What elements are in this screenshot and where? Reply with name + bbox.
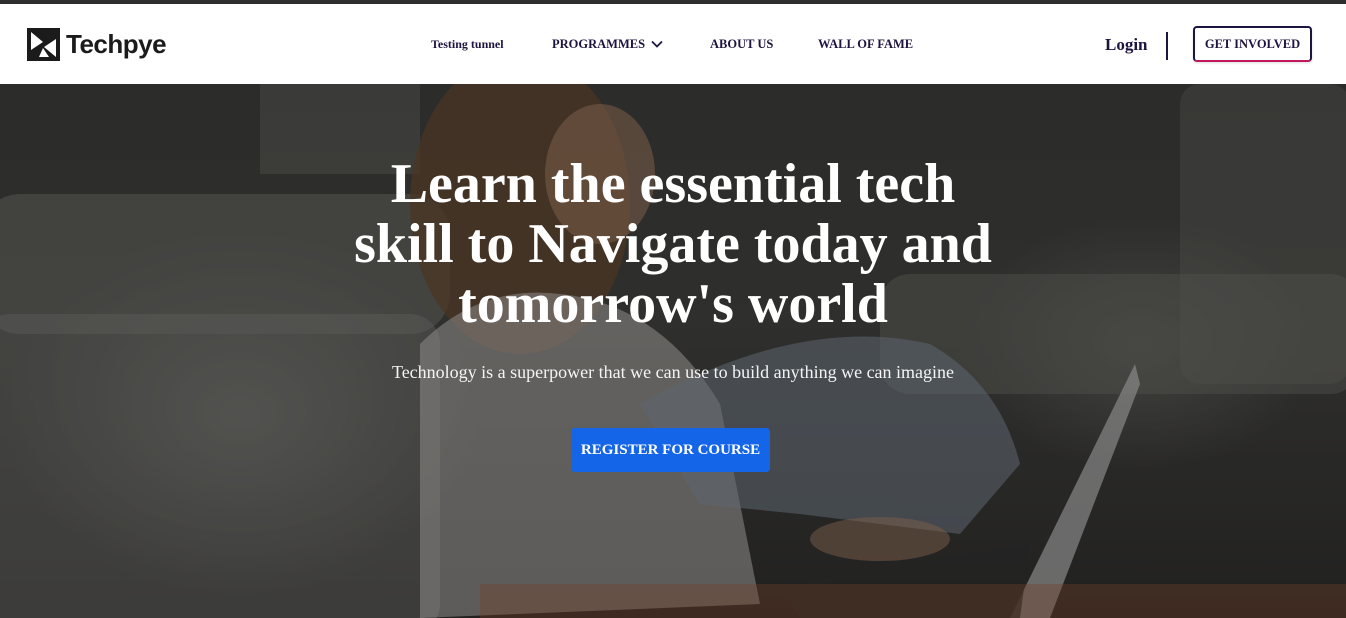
hero-subtitle: Technology is a superpower that we can u…: [391, 362, 955, 382]
hero-title: Learn the essential tech skill to Naviga…: [323, 154, 1023, 334]
hero-title-line: tomorrow's world: [458, 273, 888, 335]
login-link[interactable]: Login: [1105, 35, 1148, 55]
hero-section: Learn the essential tech skill to Naviga…: [0, 84, 1346, 618]
nav-divider: [1166, 32, 1168, 60]
chevron-down-icon: [651, 40, 663, 48]
hero-title-line: skill to Navigate today and: [354, 213, 992, 275]
register-for-course-button[interactable]: REGISTER FOR COURSE: [571, 428, 770, 472]
nav-item-wall-of-fame[interactable]: WALL OF FAME: [818, 37, 913, 51]
nav-item-about-us[interactable]: ABOUT US: [710, 37, 773, 51]
get-involved-button[interactable]: GET INVOLVED: [1193, 26, 1312, 62]
site-header: Techpye Testing tunnel PROGRAMMES ABOUT …: [0, 4, 1346, 84]
hero-title-line: Learn the essential tech: [390, 153, 956, 215]
nav-item-programmes[interactable]: PROGRAMMES: [552, 37, 663, 51]
nav-item-programmes-label: PROGRAMMES: [552, 37, 646, 51]
nav-item-testing-tunnel[interactable]: Testing tunnel: [431, 37, 504, 51]
